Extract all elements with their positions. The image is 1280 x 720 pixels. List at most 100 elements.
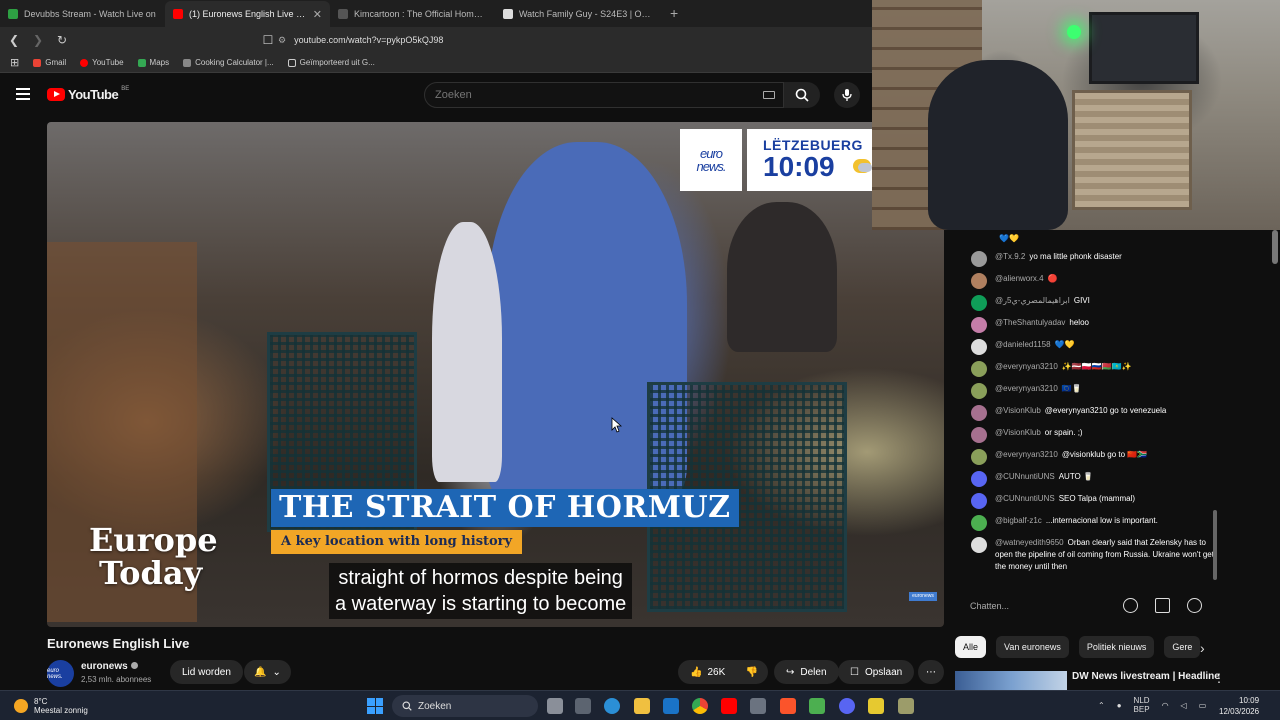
battery-icon[interactable]: ▭ <box>1199 701 1207 710</box>
browser-tab[interactable]: Watch Family Guy - S24E3 | Online H <box>495 1 660 27</box>
super-chat-icon[interactable] <box>1155 598 1170 613</box>
youtube-app-icon[interactable] <box>721 698 737 714</box>
chat-avatar[interactable] <box>971 449 987 465</box>
page-scrollbar[interactable] <box>1272 230 1278 264</box>
windows-start-icon[interactable] <box>367 698 383 714</box>
chat-author[interactable]: @everynyan3210 <box>995 450 1058 459</box>
chat-author[interactable]: @everynyan3210 <box>995 362 1058 371</box>
chat-avatar[interactable] <box>971 493 987 509</box>
browser-tab[interactable]: Devubbs Stream - Watch Live on <box>0 1 165 27</box>
chat-avatar[interactable] <box>971 339 987 355</box>
back-icon[interactable]: ❮ <box>4 33 24 47</box>
app-icon[interactable] <box>898 698 914 714</box>
youtube-logo[interactable]: YouTube BE <box>47 86 129 102</box>
dislike-button[interactable]: 👎 <box>746 667 758 678</box>
more-vertical-icon[interactable]: ⋮ <box>1213 671 1225 685</box>
chat-author[interactable]: @ابراهيمالمصري-ي5ر <box>995 296 1070 305</box>
address-bar[interactable]: ⚙ youtube.com/watch?v=pykpO5kQJ98 <box>278 31 868 49</box>
chip-all[interactable]: Alle <box>955 636 987 658</box>
bookmark-youtube[interactable]: YouTube <box>80 58 124 67</box>
chat-author[interactable]: @alienworx.4 <box>995 274 1044 283</box>
close-tab-icon[interactable]: ✕ <box>313 8 322 21</box>
menu-icon[interactable] <box>16 88 30 100</box>
channel-avatar[interactable]: euro news. <box>47 660 74 687</box>
language-indicator[interactable]: NLD BEP <box>1134 696 1150 714</box>
volume-icon[interactable]: ◁ <box>1181 701 1187 710</box>
bookmark-icon[interactable]: ☐ <box>258 33 278 47</box>
chat-avatar[interactable] <box>971 383 987 399</box>
related-video-thumbnail[interactable] <box>955 671 1067 691</box>
share-button[interactable]: ↪ Delen <box>774 660 839 684</box>
microphone-icon[interactable]: ● <box>1117 701 1122 710</box>
chat-avatar[interactable] <box>971 317 987 333</box>
brave-browser-icon[interactable] <box>780 698 796 714</box>
related-video-title[interactable]: DW News livestream | Headline <box>1072 671 1220 682</box>
chat-avatar[interactable] <box>971 273 987 289</box>
search-box[interactable] <box>424 82 784 108</box>
more-actions-button[interactable]: ⋯ <box>918 660 944 684</box>
chat-author[interactable]: @TheShantulyadav <box>995 318 1065 327</box>
taskbar-search[interactable]: Zoeken <box>392 695 538 717</box>
emoji-icon[interactable] <box>1123 598 1138 613</box>
weather-widget[interactable]: 8°C Meestal zonnig <box>14 697 88 715</box>
reload-icon[interactable]: ↻ <box>52 33 72 47</box>
chat-author[interactable]: @Tx.9.2 <box>995 252 1025 261</box>
chat-avatar[interactable] <box>971 295 987 311</box>
app-icon[interactable] <box>809 698 825 714</box>
taskbar-clock[interactable]: 10:09 12/03/2026 <box>1219 695 1259 717</box>
chat-avatar[interactable] <box>971 537 987 553</box>
app-icon[interactable] <box>868 698 884 714</box>
new-tab-button[interactable]: + <box>660 5 688 27</box>
bookmark-gmail[interactable]: Gmail <box>33 58 66 67</box>
chat-avatar[interactable] <box>971 427 987 443</box>
wifi-icon[interactable]: ◠ <box>1162 701 1169 710</box>
chat-avatar[interactable] <box>971 361 987 377</box>
chat-author[interactable]: @VisionKlub <box>995 428 1041 437</box>
chat-author[interactable]: @danieled1158 <box>995 340 1051 349</box>
chip-from-euronews[interactable]: Van euronews <box>996 636 1069 658</box>
keyboard-icon[interactable] <box>763 91 775 99</box>
calculator-icon[interactable] <box>750 698 766 714</box>
chevron-up-icon[interactable]: ⌃ <box>1098 701 1105 710</box>
chat-author[interactable]: @everynyan3210 <box>995 384 1058 393</box>
join-button[interactable]: Lid worden <box>170 660 243 684</box>
chat-avatar[interactable] <box>971 471 987 487</box>
search-input[interactable] <box>435 89 735 101</box>
chat-author[interactable]: @VisionKlub <box>995 406 1041 415</box>
forward-icon[interactable]: ❯ <box>28 33 48 47</box>
chat-avatar[interactable] <box>971 251 987 267</box>
chat-avatar[interactable] <box>971 515 987 531</box>
chip-related[interactable]: Gere <box>1164 636 1201 658</box>
search-button[interactable] <box>784 82 820 108</box>
chat-author[interactable]: @bigbalf-z1c <box>995 516 1042 525</box>
site-info-icon[interactable]: ⚙ <box>278 35 286 46</box>
chat-scrollbar[interactable] <box>1213 510 1217 580</box>
video-player[interactable]: euro news. LËTZEBUERG 10:09 THE STRAIT O… <box>47 122 944 627</box>
like-button[interactable]: 👍 26K <box>690 667 725 678</box>
chevron-right-icon[interactable]: › <box>1200 640 1205 656</box>
chat-author[interactable]: @CUNnuntiUNS <box>995 472 1055 481</box>
edge-icon[interactable] <box>604 698 620 714</box>
save-button[interactable]: ☐ Opslaan <box>838 660 915 684</box>
discord-icon[interactable] <box>839 698 855 714</box>
chat-author[interactable]: @watneyedith9650 <box>995 538 1064 547</box>
chat-author[interactable]: @CUNnuntiUNS <box>995 494 1055 503</box>
notifications-button[interactable]: 🔔 ⌄ <box>244 660 291 684</box>
store-icon[interactable] <box>575 698 591 714</box>
chat-input[interactable]: Chatten... <box>970 595 1120 617</box>
browser-tab[interactable]: Kimcartoon : The Official Home | kim <box>330 1 495 27</box>
apps-grid-icon[interactable]: ⊞ <box>10 56 19 69</box>
outlook-icon[interactable] <box>663 698 679 714</box>
browser-tab-active[interactable]: (1) Euronews English Live - Yo ✕ <box>165 1 330 27</box>
voice-search-button[interactable] <box>834 82 860 108</box>
bookmark-maps[interactable]: Maps <box>137 58 169 67</box>
heart-icon[interactable] <box>1187 598 1202 613</box>
bookmark-cooking-calculator[interactable]: Cooking Calculator |... <box>183 58 274 67</box>
bookmark-folder-imported[interactable]: Geïmporteerd uit G... <box>287 58 375 67</box>
chat-avatar[interactable] <box>971 405 987 421</box>
chrome-icon[interactable] <box>692 698 708 714</box>
task-view-icon[interactable] <box>547 698 563 714</box>
channel-name[interactable]: euronews <box>81 661 138 672</box>
chip-political-news[interactable]: Politiek nieuws <box>1078 636 1155 658</box>
file-explorer-icon[interactable] <box>634 698 650 714</box>
